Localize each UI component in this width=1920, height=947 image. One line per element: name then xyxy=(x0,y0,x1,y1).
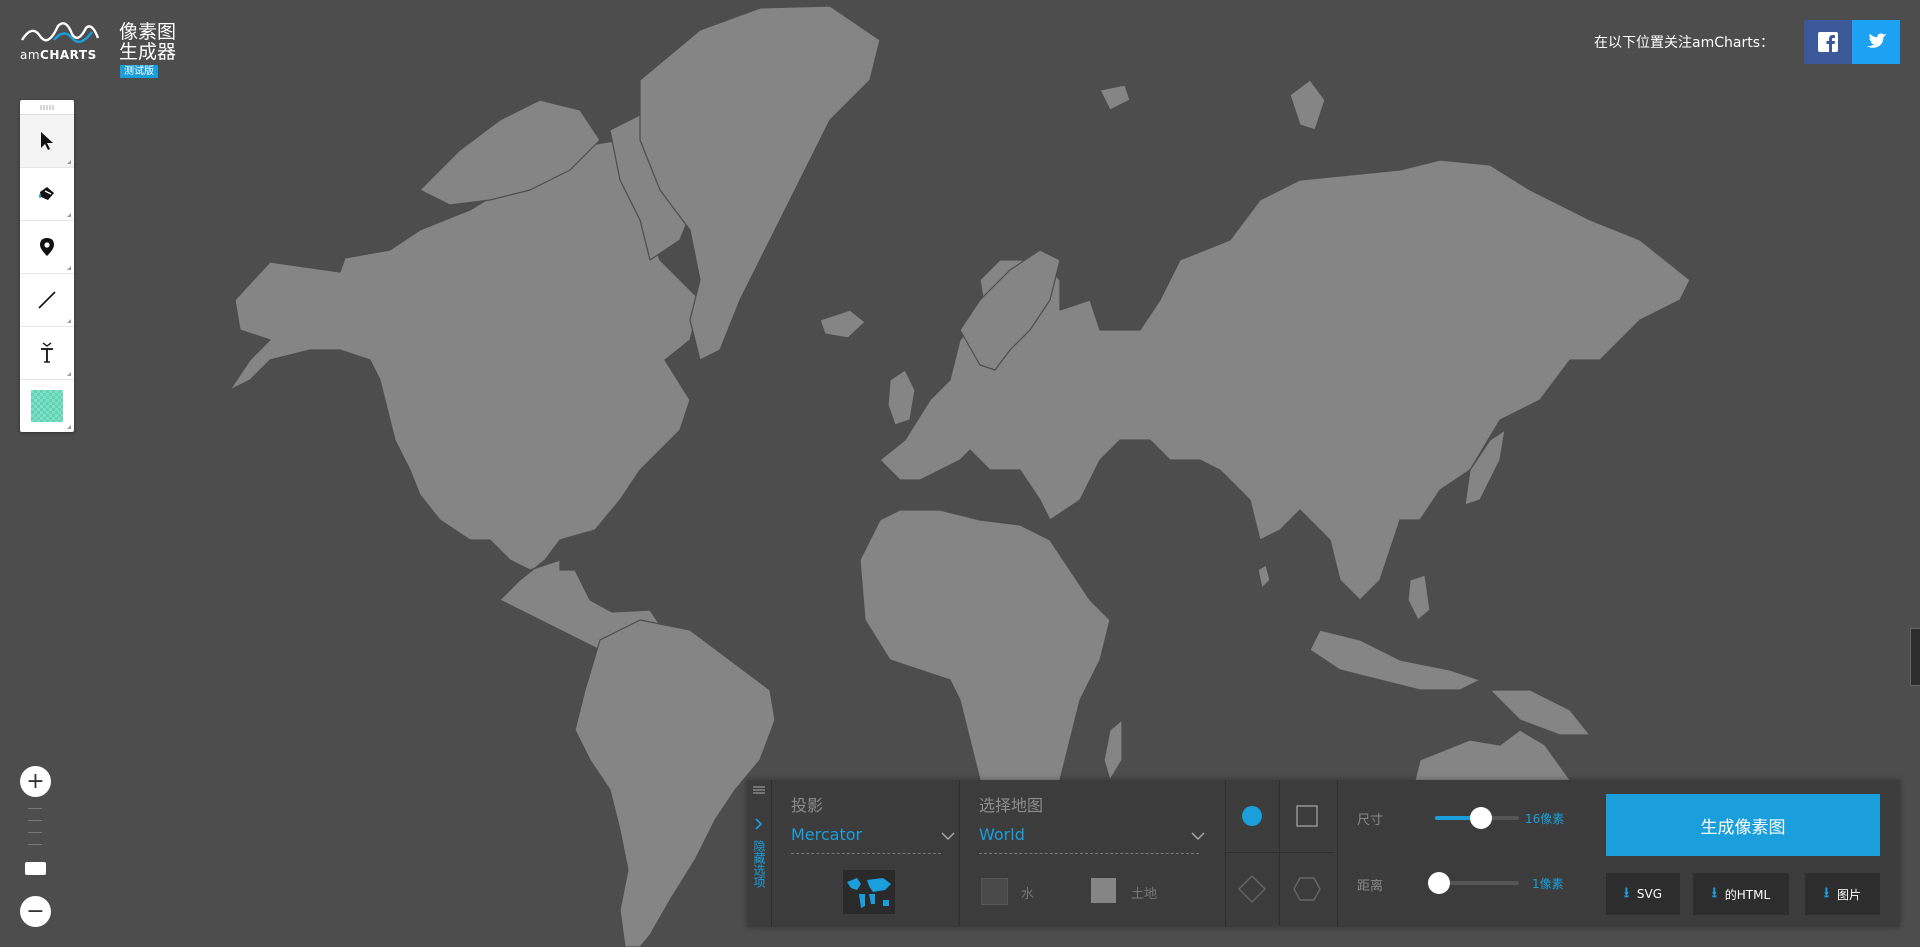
hexagon-icon xyxy=(1293,877,1321,901)
cursor-icon xyxy=(41,132,53,150)
settings-panel: 隐藏选项 投影 Mercator 选择地图 World 水 土地 尺寸 16像素… xyxy=(747,780,1900,927)
download-icon: ⭳ xyxy=(1623,885,1629,901)
download-html-button[interactable]: ⭳ 的HTML xyxy=(1693,873,1789,915)
text-icon xyxy=(41,342,53,363)
download-svg-button[interactable]: ⭳ SVG xyxy=(1606,873,1680,915)
menu-icon xyxy=(753,786,765,794)
circle-icon xyxy=(1242,806,1262,826)
map-madagascar[interactable] xyxy=(1103,719,1123,781)
slider-section: 尺寸 16像素 距离 1像素 xyxy=(1337,780,1585,927)
shape-section xyxy=(1225,780,1338,927)
diamond-icon xyxy=(1238,875,1266,903)
side-widget[interactable] xyxy=(1910,628,1920,686)
water-color-swatch[interactable] xyxy=(981,878,1008,905)
amcharts-logo-text: amCHARTS xyxy=(20,48,97,62)
map-arctic-island[interactable] xyxy=(1289,79,1326,131)
size-value: 16像素 xyxy=(1525,812,1565,826)
app-title: 像素图 生成器 xyxy=(119,21,177,63)
chevron-right-icon xyxy=(755,818,763,830)
map-british-isles[interactable] xyxy=(887,369,916,426)
download-image-button[interactable]: ⭳ 图片 xyxy=(1805,873,1880,915)
map-select-label: 选择地图 xyxy=(979,796,1044,815)
line-icon xyxy=(38,291,56,309)
facebook-icon xyxy=(1818,32,1838,52)
grip-icon xyxy=(40,105,54,110)
twitter-icon xyxy=(1867,33,1887,48)
zoom-in-button[interactable]: + xyxy=(20,766,51,797)
facebook-button[interactable] xyxy=(1804,20,1852,64)
download-icon: ⭳ xyxy=(1711,885,1717,901)
zoom-tick xyxy=(28,844,42,845)
tool-palette xyxy=(20,100,74,432)
land-color-swatch[interactable] xyxy=(1091,878,1116,903)
projection-preview-icon xyxy=(843,870,895,914)
map-new-guinea[interactable] xyxy=(1489,689,1591,736)
line-tool[interactable] xyxy=(20,274,74,327)
water-label: 水 xyxy=(1021,887,1035,902)
select-tool[interactable] xyxy=(20,115,74,168)
paint-bucket-icon xyxy=(39,187,54,200)
projection-label: 投影 xyxy=(791,796,824,815)
projection-select[interactable]: Mercator xyxy=(791,825,862,844)
hexagon-shape-option[interactable] xyxy=(1280,853,1334,925)
map-select-dropdown[interactable]: World xyxy=(979,825,1025,844)
land-label: 土地 xyxy=(1131,887,1158,902)
size-slider-thumb[interactable] xyxy=(1470,807,1492,829)
chevron-down-icon[interactable] xyxy=(1191,832,1205,840)
distance-slider-thumb[interactable] xyxy=(1428,872,1450,894)
circle-shape-option[interactable] xyxy=(1225,780,1280,853)
map-select-underline xyxy=(979,853,1199,854)
map-africa[interactable] xyxy=(859,509,1111,806)
fill-tool[interactable] xyxy=(20,168,74,221)
map-north-america[interactable] xyxy=(229,139,701,651)
zoom-tick xyxy=(28,820,42,821)
drag-handle[interactable] xyxy=(20,100,74,115)
diamond-shape-option[interactable] xyxy=(1225,853,1280,925)
zoom-out-button[interactable]: − xyxy=(20,896,51,927)
zoom-tick xyxy=(28,832,42,833)
distance-label: 距离 xyxy=(1357,879,1384,894)
size-label: 尺寸 xyxy=(1357,813,1384,828)
map-iceland[interactable] xyxy=(819,309,866,339)
hide-options-label[interactable]: 隐藏选项 xyxy=(751,840,768,888)
follow-text: 在以下位置关注amCharts： xyxy=(1594,35,1774,51)
panel-toggle[interactable]: 隐藏选项 xyxy=(747,780,772,927)
twitter-button[interactable] xyxy=(1852,20,1900,64)
map-sri-lanka[interactable] xyxy=(1257,564,1271,589)
beta-badge: 测试版 xyxy=(120,65,158,78)
square-shape-option[interactable] xyxy=(1280,780,1334,853)
distance-value: 1像素 xyxy=(1532,877,1564,891)
color-tool[interactable] xyxy=(20,380,74,432)
map-southeast-asia-islands[interactable] xyxy=(1309,629,1481,691)
chevron-down-icon[interactable] xyxy=(941,832,955,840)
square-icon xyxy=(1296,805,1318,827)
projection-underline xyxy=(791,853,941,854)
zoom-slider-thumb[interactable] xyxy=(25,862,46,875)
marker-tool[interactable] xyxy=(20,221,74,274)
text-tool[interactable] xyxy=(20,327,74,380)
color-swatch-icon xyxy=(31,390,63,422)
zoom-tick xyxy=(28,808,42,809)
map-pin-icon xyxy=(40,238,54,256)
download-icon: ⭳ xyxy=(1824,885,1829,901)
map-south-america[interactable] xyxy=(574,619,776,947)
projection-section: 投影 Mercator xyxy=(771,780,960,927)
map-select-section: 选择地图 World 水 土地 xyxy=(959,780,1226,927)
generate-button[interactable]: 生成像素图 xyxy=(1606,794,1880,856)
map-philippines[interactable] xyxy=(1407,574,1431,621)
map-svalbard[interactable] xyxy=(1099,84,1131,111)
